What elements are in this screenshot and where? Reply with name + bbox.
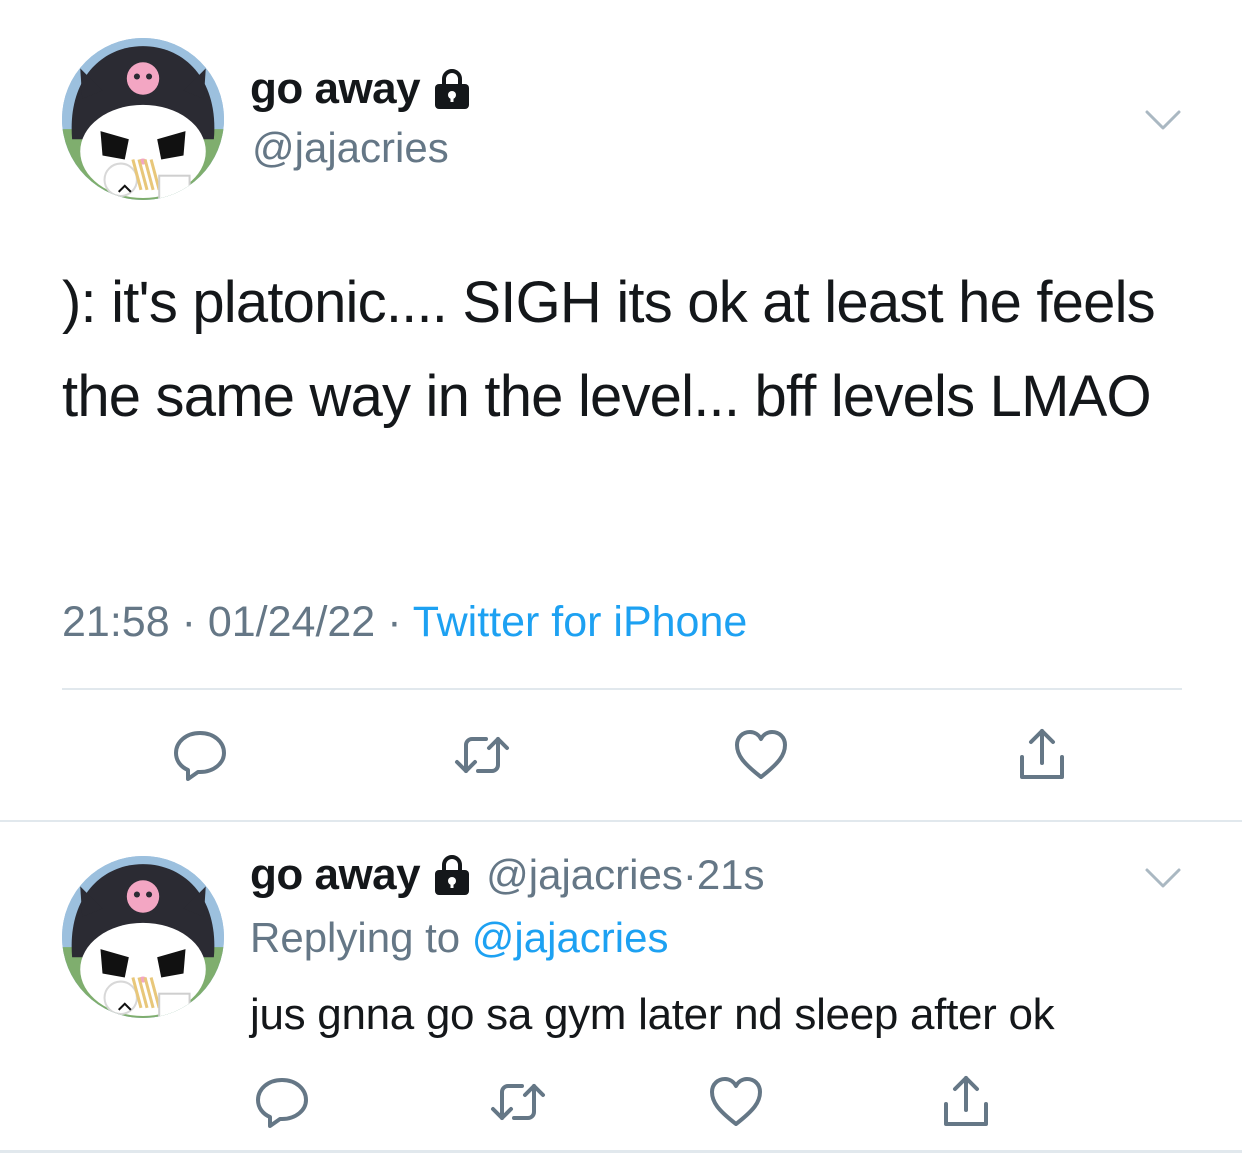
tweet-meta: 21:58 · 01/24/22 · Twitter for iPhone [62, 598, 747, 647]
share-button[interactable] [1012, 725, 1072, 785]
replying-prefix: Replying to [250, 914, 461, 961]
retweet-icon [452, 725, 512, 785]
chevron-down-icon[interactable] [1144, 108, 1182, 132]
share-icon [1012, 725, 1072, 785]
share-icon [936, 1072, 996, 1132]
tweet-time: 21:58 [62, 598, 170, 646]
reply-button[interactable] [170, 725, 230, 785]
chevron-down-icon[interactable] [1144, 866, 1182, 890]
reply-time[interactable]: 21s [697, 851, 765, 899]
section-divider [0, 820, 1242, 822]
reply-author-handle[interactable]: @jajacries [486, 851, 683, 899]
retweet-button[interactable] [452, 725, 512, 785]
author-name[interactable]: go away [250, 64, 472, 114]
heart-icon [731, 725, 791, 785]
heart-icon [706, 1072, 766, 1132]
author-avatar[interactable] [62, 38, 224, 200]
avatar-image [62, 856, 224, 1018]
replying-to: Replying to @jajacries [250, 914, 669, 962]
reply-text: jus gnna go sa gym later nd sleep after … [250, 990, 1055, 1039]
reply-icon [252, 1072, 312, 1132]
like-button[interactable] [731, 725, 791, 785]
reply-author-avatar[interactable] [62, 856, 224, 1018]
meta-separator: · [181, 598, 196, 646]
retweet-icon [488, 1072, 548, 1132]
author-handle[interactable]: @jajacries [252, 124, 449, 172]
reply-header: go away @jajacries · 21s [250, 850, 765, 900]
reply-icon [170, 725, 230, 785]
tweet-date: 01/24/22 [207, 598, 376, 646]
reply-author-name[interactable]: go away [250, 850, 421, 900]
avatar-image [62, 38, 224, 200]
tweet-source-link[interactable]: Twitter for iPhone [413, 598, 748, 646]
author-name-text: go away [250, 64, 421, 113]
tweet-text: ): it's platonic.... SIGH its ok at leas… [62, 270, 1156, 429]
reply-share-button[interactable] [936, 1072, 996, 1132]
reply-like-button[interactable] [706, 1072, 766, 1132]
reply-retweet-button[interactable] [488, 1072, 548, 1132]
lock-icon [432, 68, 472, 110]
meta-separator: · [682, 851, 697, 898]
lock-icon [432, 854, 472, 896]
replying-mention-link[interactable]: @jajacries [472, 914, 669, 961]
meta-separator: · [387, 598, 402, 646]
divider [62, 688, 1182, 690]
reply-reply-button[interactable] [252, 1072, 312, 1132]
